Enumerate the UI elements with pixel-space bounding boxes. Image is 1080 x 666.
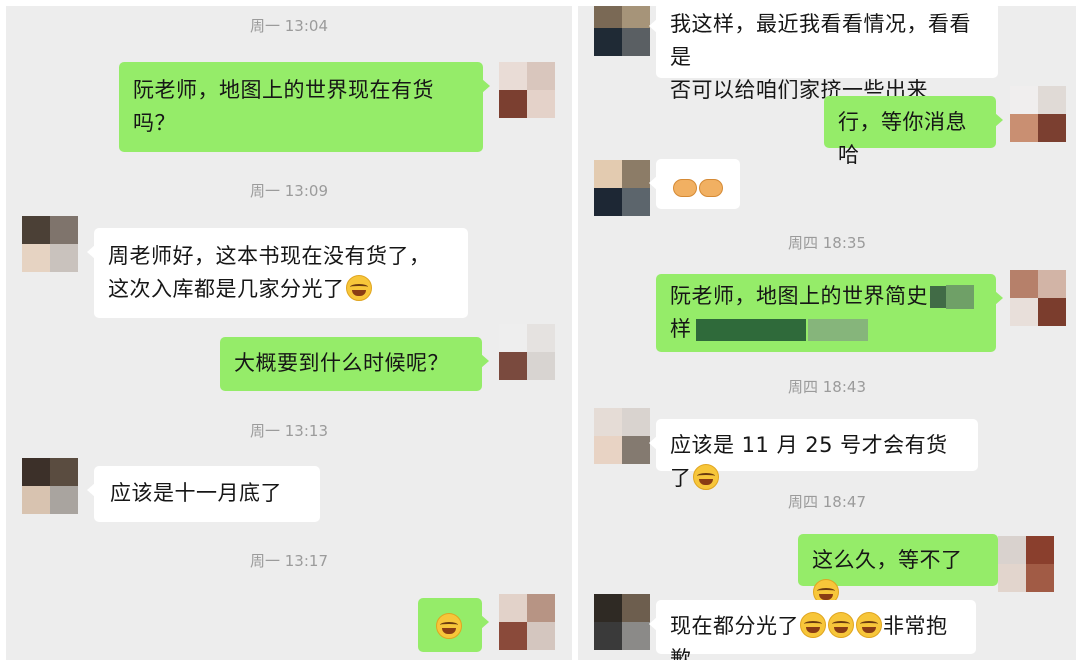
face-with-tears-of-joy-icon — [856, 612, 882, 638]
right-chat-screenshot: 我这样，最近我看看情况，看看是 否可以给咱们家挤一些出来 行，等你消息哈 周四 … — [578, 6, 1076, 660]
message-line: 阮老师，地图上的世界简史 — [670, 284, 928, 308]
face-with-tears-of-joy-icon — [800, 612, 826, 638]
face-with-tears-of-joy-icon — [436, 613, 462, 639]
redaction-mark — [695, 319, 806, 341]
sent-message[interactable] — [418, 598, 489, 652]
message-text: 现在都分光了 — [670, 614, 799, 638]
avatar[interactable] — [499, 324, 555, 380]
avatar[interactable] — [22, 458, 78, 514]
sent-message[interactable]: 行，等你消息哈 — [824, 96, 1003, 167]
timestamp: 周四 18:43 — [788, 378, 866, 396]
timestamp: 周一 13:04 — [250, 17, 328, 35]
received-message[interactable] — [649, 159, 740, 209]
redaction-mark — [807, 319, 868, 341]
face-with-tears-of-joy-icon — [345, 275, 372, 301]
message-line: 我这样，最近我看看情况，看看是 — [670, 12, 971, 69]
redaction-mark — [930, 286, 946, 308]
received-message[interactable]: 现在都分光了 非常抱歉 — [649, 600, 976, 660]
message-line: 周老师好，这本书现在没有货了， — [108, 244, 431, 268]
message-line: 样 — [670, 317, 692, 341]
handshake-icon — [673, 179, 697, 197]
received-message[interactable]: 应该是 11 月 25 号才会有货了 — [649, 419, 978, 490]
avatar[interactable] — [499, 594, 555, 650]
received-message[interactable]: 我这样，最近我看看情况，看看是 否可以给咱们家挤一些出来 — [649, 6, 998, 102]
handshake-icon — [699, 179, 723, 197]
left-chat-screenshot: 周一 13:04 阮老师，地图上的世界现在有货 吗？ 周一 13:09 周老师好… — [6, 6, 572, 660]
avatar[interactable] — [594, 594, 650, 650]
avatar[interactable] — [594, 6, 650, 56]
message-line: 吗？ — [133, 111, 176, 135]
message-line: 阮老师，地图上的世界现在有货 — [133, 78, 434, 102]
avatar[interactable] — [998, 536, 1054, 592]
redaction-mark — [946, 285, 974, 309]
message-line: 这次入库都是几家分光了 — [108, 277, 345, 301]
avatar[interactable] — [22, 216, 78, 272]
sent-message[interactable]: 大概要到什么时候呢？ — [220, 337, 489, 391]
avatar[interactable] — [1010, 86, 1066, 142]
avatar[interactable] — [499, 62, 555, 118]
message-text: 这么久，等不了 — [812, 548, 963, 572]
avatar[interactable] — [1010, 270, 1066, 326]
timestamp: 周四 18:35 — [788, 234, 866, 252]
timestamp: 周四 18:47 — [788, 493, 866, 511]
received-message[interactable]: 周老师好，这本书现在没有货了， 这次入库都是几家分光了 — [87, 228, 468, 318]
face-with-tears-of-joy-icon — [828, 612, 854, 638]
avatar[interactable] — [594, 408, 650, 464]
face-with-tears-of-joy-icon — [692, 464, 719, 490]
received-message[interactable]: 应该是十一月底了 — [87, 466, 320, 522]
sent-message[interactable]: 阮老师，地图上的世界现在有货 吗？ — [119, 62, 490, 152]
timestamp: 周一 13:09 — [250, 182, 328, 200]
timestamp: 周一 13:13 — [250, 422, 328, 440]
timestamp: 周一 13:17 — [250, 552, 328, 570]
avatar[interactable] — [594, 160, 650, 216]
sent-message[interactable]: 这么久，等不了 — [798, 534, 1005, 605]
sent-message[interactable]: 阮老师，地图上的世界简史 样 — [656, 274, 1003, 352]
